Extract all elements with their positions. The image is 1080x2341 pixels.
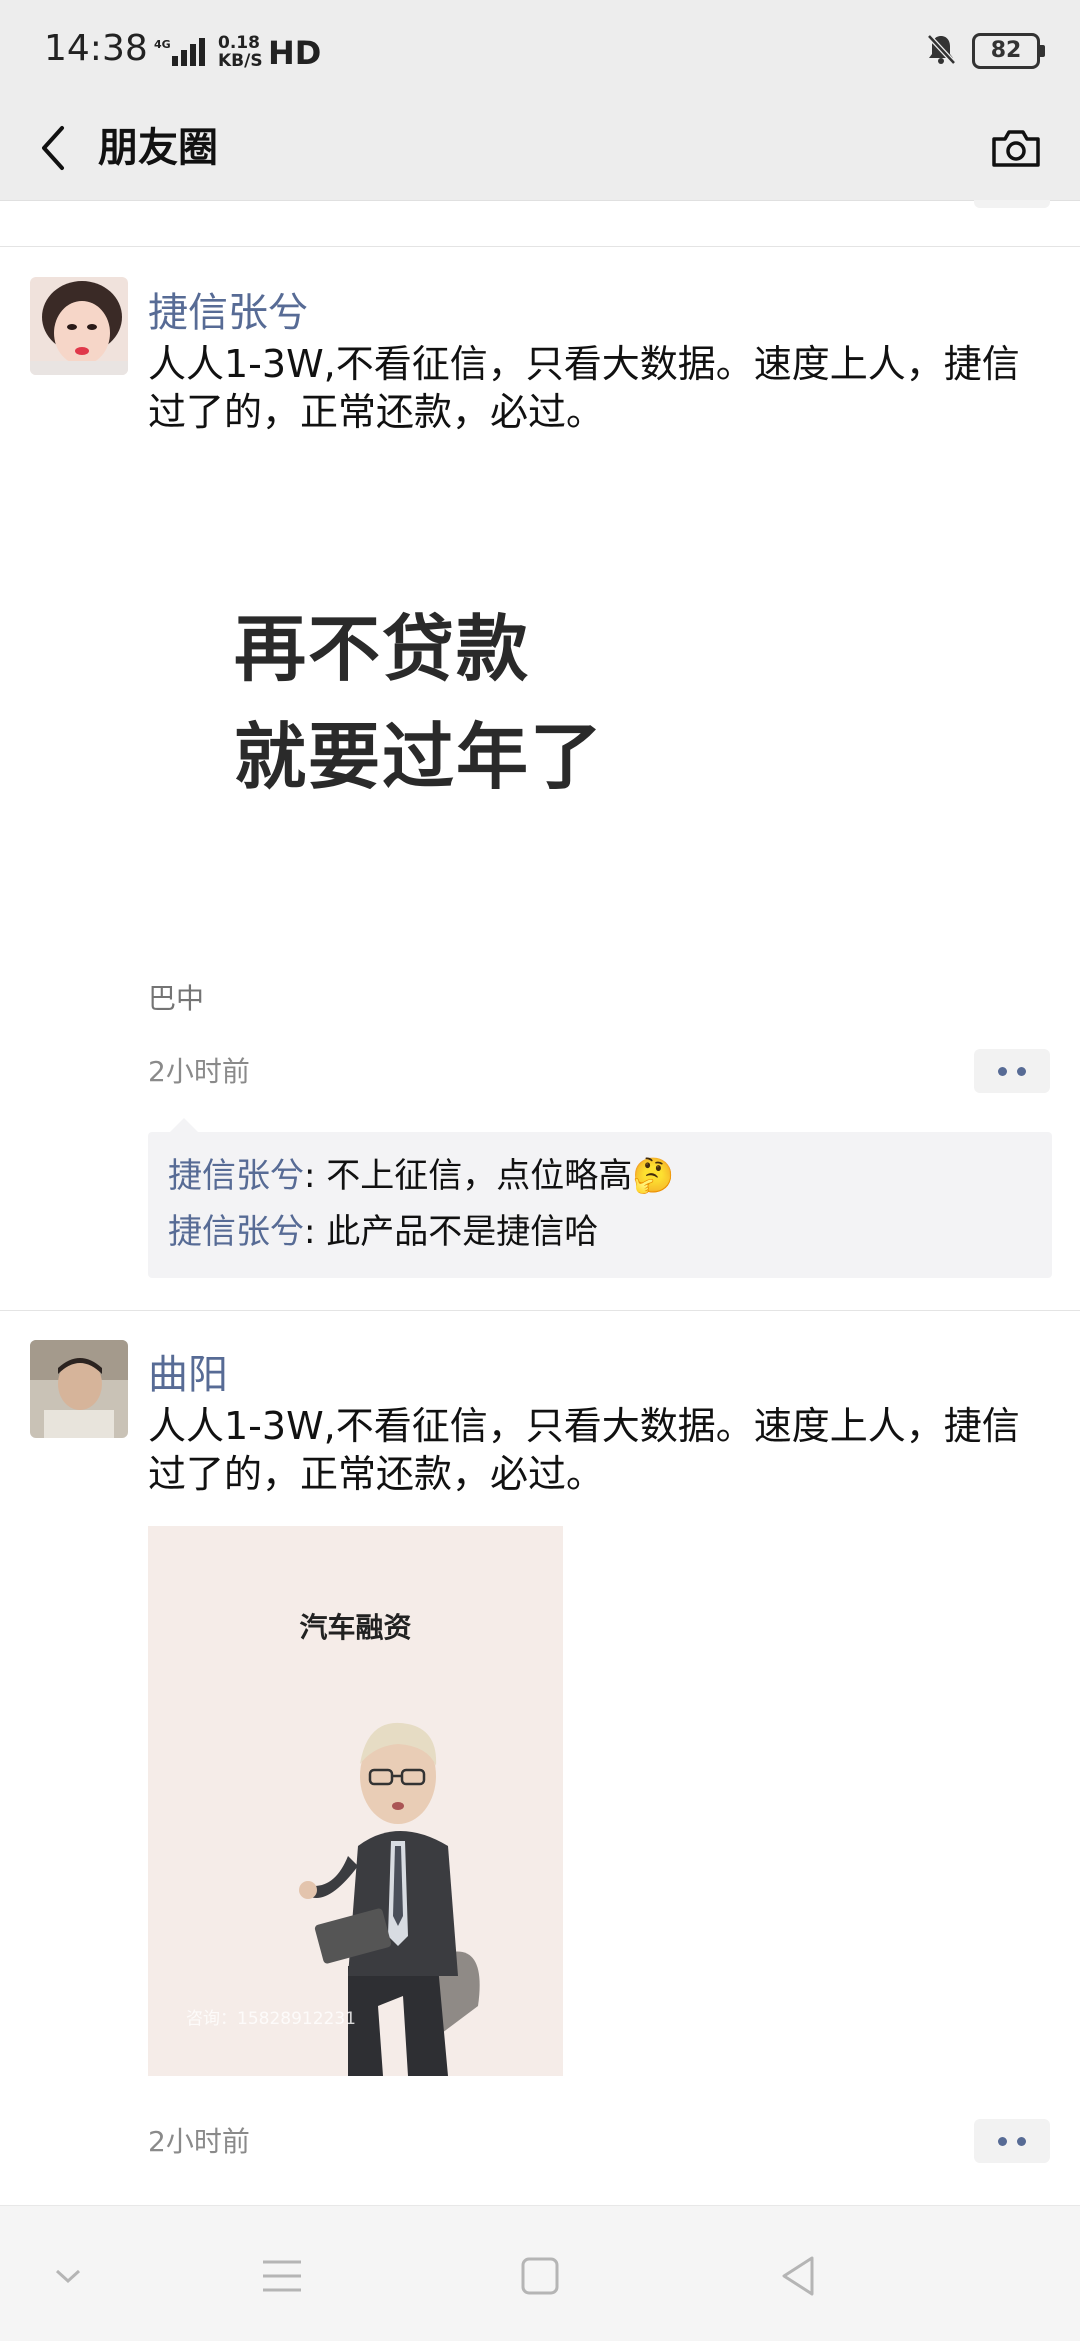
status-bar: 14:38 4G 0.18 KB/S HD 82 xyxy=(0,0,1080,105)
menu-button[interactable] xyxy=(252,2246,312,2306)
svg-text:4G: 4G xyxy=(154,38,171,51)
comments-box: 捷信张兮: 不上征信，点位略高🤔 捷信张兮: 此产品不是捷信哈 xyxy=(148,1118,1052,1278)
comment-item[interactable]: 捷信张兮: 不上征信，点位略高🤔 xyxy=(148,1148,1052,1204)
partial-more-button xyxy=(974,200,1050,208)
status-right: 82 xyxy=(924,32,1045,70)
post-username[interactable]: 捷信张兮 xyxy=(148,280,308,338)
more-dots-button[interactable] xyxy=(974,2119,1050,2163)
image-watermark: 咨询：15828912231 xyxy=(186,2009,356,2029)
comment-text: 不上征信，点位略高🤔 xyxy=(326,1156,675,1196)
image-title: 汽车融资 xyxy=(299,1611,412,1644)
chevron-down-icon xyxy=(55,2269,81,2284)
speed-unit: KB/S xyxy=(218,51,263,71)
comment-user[interactable]: 捷信张兮 xyxy=(168,1156,304,1196)
post-username[interactable]: 曲阳 xyxy=(148,1342,228,1400)
home-square-icon xyxy=(521,2257,559,2295)
post-time: 2小时前 xyxy=(148,2125,250,2158)
back-button[interactable] xyxy=(28,118,78,178)
divider xyxy=(0,1310,1080,1311)
comment-separator: : xyxy=(304,1212,327,1252)
bell-mute-icon xyxy=(924,32,958,70)
camera-button[interactable] xyxy=(986,118,1046,178)
post-location[interactable]: 巴中 xyxy=(148,977,204,1017)
status-time: 14:38 xyxy=(44,28,148,69)
menu-icon xyxy=(263,2260,301,2292)
back-triangle-icon xyxy=(782,2256,814,2296)
avatar[interactable] xyxy=(30,1340,128,1438)
back-chevron-icon xyxy=(42,126,64,170)
system-nav-bar xyxy=(0,2205,1080,2341)
back-system-button[interactable] xyxy=(768,2246,828,2306)
image-text-line: 再不贷款 xyxy=(234,607,531,691)
signal-icon: 4G xyxy=(150,36,210,68)
network-speed: 0.18 KB/S xyxy=(218,34,263,70)
home-button[interactable] xyxy=(510,2246,570,2306)
camera-icon xyxy=(992,130,1040,167)
more-dots-button[interactable] xyxy=(974,1049,1050,1093)
avatar[interactable] xyxy=(30,277,128,375)
more-dot xyxy=(998,2136,1007,2146)
divider xyxy=(0,246,1080,247)
comment-separator: : xyxy=(304,1156,327,1196)
image-text-line: 就要过年了 xyxy=(234,715,605,799)
more-dot xyxy=(1017,1066,1026,1076)
post-time: 2小时前 xyxy=(148,1055,250,1088)
comment-text: 此产品不是捷信哈 xyxy=(326,1212,599,1252)
more-dot xyxy=(998,1066,1007,1076)
hd-indicator: HD xyxy=(268,34,322,72)
comment-item[interactable]: 捷信张兮: 此产品不是捷信哈 xyxy=(148,1204,1052,1260)
battery-indicator: 82 xyxy=(972,33,1045,69)
comment-user[interactable]: 捷信张兮 xyxy=(168,1212,304,1252)
post-image[interactable]: 汽车融资 咨询：15828912231 xyxy=(148,1526,563,2076)
post-text: 人人1-3W,不看征信，只看大数据。速度上人，捷信过了的，正常还款，必过。 xyxy=(148,342,1020,434)
speed-value: 0.18 xyxy=(218,33,260,53)
post-text: 人人1-3W,不看征信，只看大数据。速度上人，捷信过了的，正常还款，必过。 xyxy=(148,1404,1020,1496)
post-image[interactable]: 再不贷款 就要过年了 xyxy=(148,470,708,940)
more-dot xyxy=(1017,2136,1026,2146)
page-title: 朋友圈 xyxy=(98,125,218,171)
collapse-button[interactable] xyxy=(38,2246,98,2306)
